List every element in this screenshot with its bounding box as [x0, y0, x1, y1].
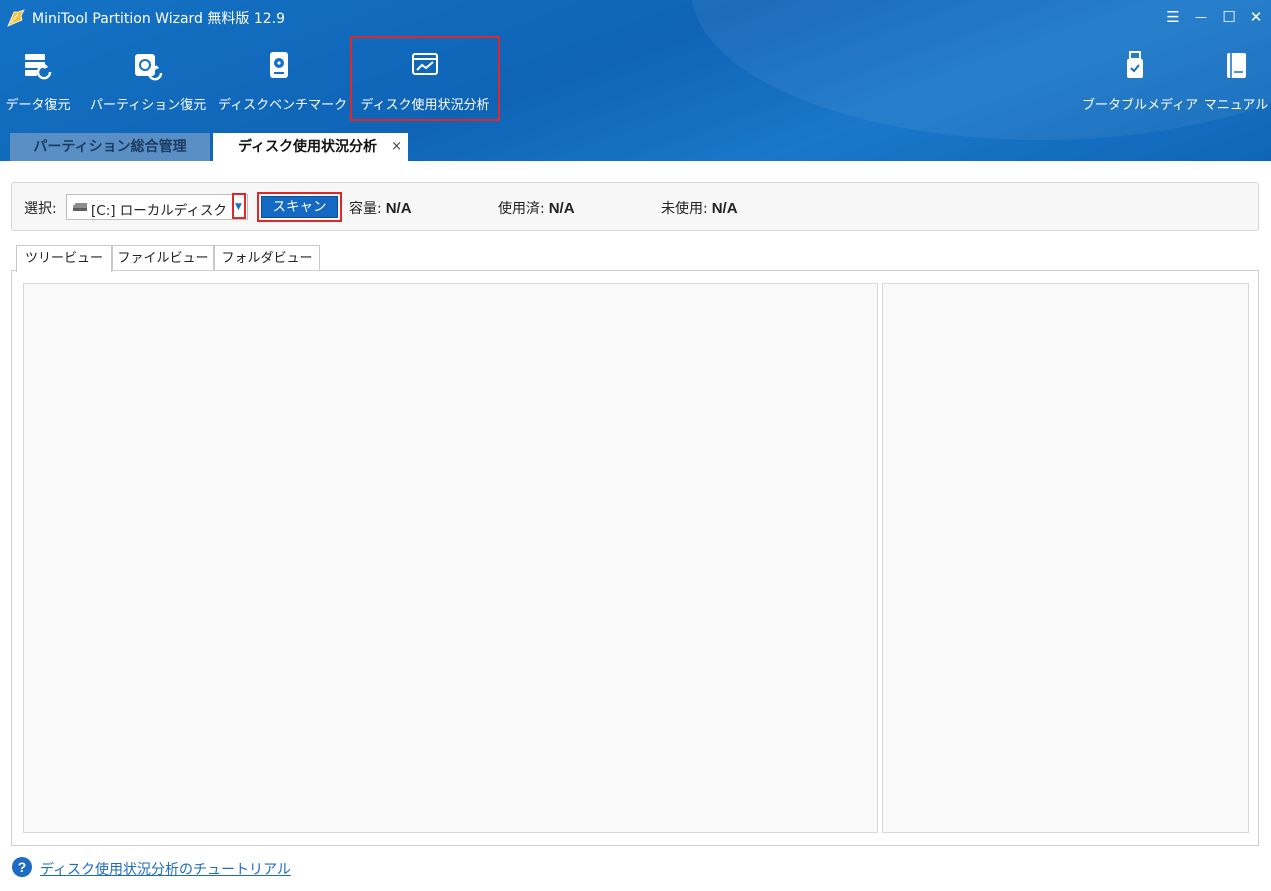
help-icon[interactable]: ?: [12, 857, 32, 877]
free-value: N/A: [711, 200, 738, 217]
dropdown-arrow-button[interactable]: ▼: [232, 193, 246, 219]
app-header: MiniTool Partition Wizard 無料版 12.9 ☰ — ☐…: [0, 0, 1271, 161]
scan-button-highlight: スキャン: [257, 192, 342, 222]
tutorial-link[interactable]: ディスク使用状況分析のチュートリアル: [40, 859, 291, 879]
drive-select-dropdown[interactable]: [C:] ローカルディスク: [66, 194, 248, 220]
tab-space-analyzer[interactable]: ディスク使用状況分析 ×: [213, 133, 408, 161]
select-label: 選択:: [24, 201, 57, 217]
tab-space-analyzer-label: ディスク使用状況分析: [238, 139, 378, 155]
capacity-stat: 容量: N/A: [349, 198, 412, 218]
usb-drive-icon: [1127, 51, 1143, 78]
bootable-media-button[interactable]: ブータブルメディア: [1082, 40, 1199, 120]
chevron-down-icon: ▼: [235, 202, 242, 212]
app-title: MiniTool Partition Wizard 無料版 12.9: [32, 11, 285, 27]
title-bar: MiniTool Partition Wizard 無料版 12.9 ☰ — ☐…: [0, 0, 1271, 34]
partition-recovery-button[interactable]: パーティション復元: [90, 40, 207, 120]
used-label: 使用済:: [498, 201, 545, 217]
tab-folder-view[interactable]: フォルダビュー: [214, 245, 320, 271]
capacity-value: N/A: [385, 200, 412, 217]
space-analyzer-highlight: [350, 36, 500, 121]
manual-label: マニュアル: [1203, 98, 1269, 113]
chart-pane[interactable]: [882, 283, 1249, 833]
data-recovery-icon: [25, 54, 52, 80]
data-recovery-button[interactable]: データ復元: [0, 40, 76, 120]
free-stat: 未使用: N/A: [661, 198, 738, 218]
scan-button[interactable]: スキャン: [261, 196, 338, 218]
tab-file-view[interactable]: ファイルビュー: [112, 245, 214, 271]
disk-benchmark-label: ディスクベンチマーク: [218, 98, 348, 113]
drive-icon: [73, 203, 87, 211]
capacity-label: 容量:: [349, 201, 382, 217]
close-tab-icon[interactable]: ×: [391, 133, 402, 161]
used-stat: 使用済: N/A: [498, 198, 575, 218]
used-value: N/A: [548, 200, 575, 217]
maximize-button[interactable]: ☐: [1217, 6, 1241, 28]
manual-button[interactable]: マニュアル: [1203, 40, 1269, 120]
minimize-button[interactable]: —: [1189, 6, 1213, 28]
disk-benchmark-button[interactable]: ディスクベンチマーク: [218, 40, 348, 120]
free-label: 未使用:: [661, 201, 708, 217]
menu-icon[interactable]: ☰: [1161, 6, 1185, 28]
disk-benchmark-icon: [270, 52, 288, 78]
tab-tree-view[interactable]: ツリービュー: [16, 245, 112, 272]
app-logo-icon: [7, 9, 25, 27]
book-icon: [1227, 53, 1246, 78]
partition-recovery-label: パーティション復元: [90, 98, 207, 113]
drive-select-bar: 選択: [C:] ローカルディスク ▼ スキャン 容量: N/A 使用済: N/A …: [11, 182, 1259, 231]
tree-view-pane[interactable]: [23, 283, 878, 833]
drive-select-value: [C:] ローカルディスク: [91, 203, 227, 219]
bootable-media-label: ブータブルメディア: [1082, 98, 1199, 113]
tab-partition-management[interactable]: パーティション総合管理: [10, 133, 210, 161]
view-content-panel: [11, 270, 1259, 846]
partition-recovery-icon: [134, 54, 162, 81]
data-recovery-label: データ復元: [5, 98, 71, 113]
close-window-button[interactable]: ✕: [1244, 6, 1268, 28]
